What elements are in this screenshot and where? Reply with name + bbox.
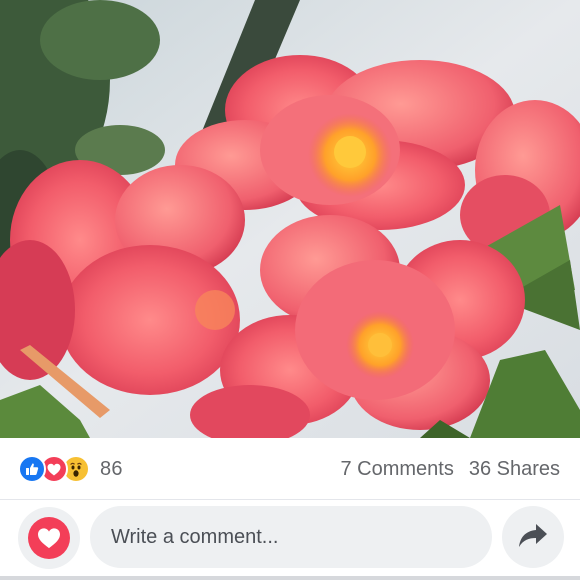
reaction-summary[interactable]: 86	[18, 455, 123, 483]
reaction-count: 86	[100, 457, 123, 480]
comment-input[interactable]	[109, 524, 492, 550]
bottom-divider	[0, 576, 580, 580]
post-photo[interactable]	[0, 0, 580, 438]
comment-field-container[interactable]	[90, 506, 492, 568]
post-stats-row: 86 7 Comments 36 Shares	[0, 438, 580, 500]
like-icon	[18, 455, 46, 483]
shares-count-link[interactable]: 36 Shares	[469, 458, 560, 481]
love-react-button[interactable]	[18, 507, 80, 569]
comment-composer	[0, 500, 580, 580]
heart-icon	[28, 517, 70, 559]
engagement-stats: 7 Comments 36 Shares	[340, 456, 560, 482]
share-button[interactable]	[502, 506, 564, 568]
share-arrow-icon	[518, 522, 548, 553]
comments-count-link[interactable]: 7 Comments	[340, 458, 453, 481]
